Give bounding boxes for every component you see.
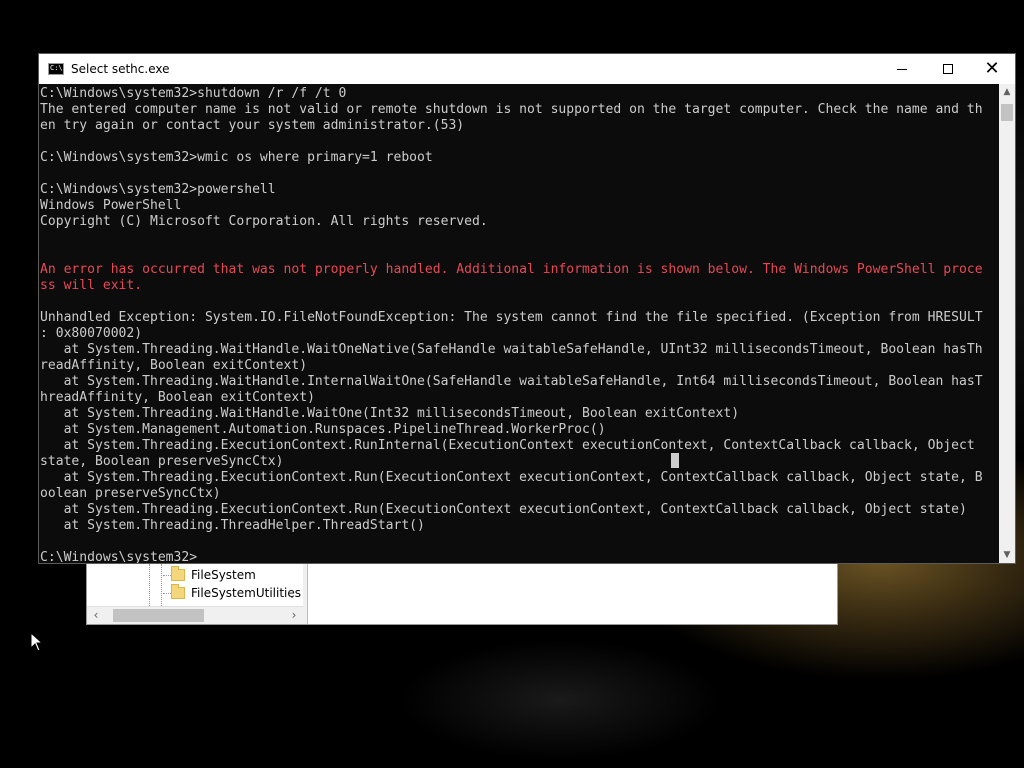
console-line: C:\Windows\system32>shutdown /r /f /t 0 [40, 86, 347, 101]
window-title: Select sethc.exe [71, 62, 170, 76]
scroll-left-icon[interactable]: ‹ [89, 607, 103, 624]
background-explorer-window[interactable]: FileSystem FileSystemUtilities ⌄ ‹ › [86, 563, 838, 625]
scrollbar-thumb[interactable] [1001, 104, 1013, 121]
console-line: C:\Windows\system32>wmic os where primar… [40, 150, 433, 165]
console-line: at System.Threading.ExecutionContext.Run… [40, 502, 967, 517]
scrollbar-thumb[interactable] [113, 609, 204, 622]
scroll-down-icon[interactable]: ⌄ [286, 590, 298, 602]
console-line: : 0x80070002) [40, 326, 143, 341]
console-line: at System.Threading.ExecutionContext.Run… [40, 470, 983, 485]
scroll-up-icon[interactable]: ▲ [999, 84, 1015, 100]
title-bar[interactable]: C:\ Select sethc.exe ✕ [39, 54, 1015, 84]
tree-item-label: FileSystem [191, 568, 256, 582]
tree-item-label: FileSystemUtilities [191, 586, 301, 600]
cmd-icon: C:\ [48, 63, 64, 75]
console-window[interactable]: C:\ Select sethc.exe ✕ C:\Windows\system… [38, 53, 1016, 564]
close-icon: ✕ [984, 58, 1000, 79]
tree-guide-line [149, 564, 150, 606]
console-line: The entered computer name is not valid o… [40, 102, 983, 117]
pane-splitter[interactable] [303, 564, 308, 624]
console-line: at System.Threading.ExecutionContext.Run… [40, 438, 975, 453]
scroll-down-icon[interactable]: ▼ [999, 547, 1015, 563]
console-line: C:\Windows\system32>powershell [40, 182, 276, 197]
console-error-line: ss will exit. [40, 278, 143, 293]
tree-guide-line [163, 593, 171, 594]
console-error-line: An error has occurred that was not prope… [40, 262, 983, 277]
minimize-button[interactable] [879, 54, 925, 84]
tree-item-filesystem[interactable]: FileSystem [171, 566, 256, 584]
tree-guide-line [161, 564, 162, 606]
console-line: at System.Threading.WaitHandle.WaitOne(I… [40, 406, 740, 421]
console-line: Copyright (C) Microsoft Corporation. All… [40, 214, 488, 229]
folder-icon [171, 566, 185, 581]
console-output[interactable]: C:\Windows\system32>shutdown /r /f /t 0T… [39, 84, 999, 563]
console-line: oolean preserveSyncCtx) [40, 486, 221, 501]
console-line: en try again or contact your system admi… [40, 118, 465, 133]
horizontal-scrollbar[interactable]: ‹ › [87, 606, 303, 624]
console-line: at System.Threading.ThreadHelper.ThreadS… [40, 518, 425, 533]
console-line: hreadAffinity, Boolean exitContext) [40, 390, 315, 405]
mouse-pointer-icon [30, 632, 44, 652]
folder-icon [171, 584, 185, 599]
tree-item-filesystemutilities[interactable]: FileSystemUtilities [171, 584, 301, 602]
console-line: at System.Management.Automation.Runspace… [40, 422, 606, 437]
vertical-scrollbar[interactable]: ▲ ▼ [999, 84, 1015, 563]
console-line: state, Boolean preserveSyncCtx) [40, 454, 284, 469]
text-cursor [671, 453, 679, 468]
console-line: Windows PowerShell [40, 198, 182, 213]
maximize-icon [943, 64, 953, 74]
minimize-icon [897, 68, 907, 70]
console-line: at System.Threading.WaitHandle.WaitOneNa… [40, 342, 983, 357]
console-line: at System.Threading.WaitHandle.InternalW… [40, 374, 983, 389]
tree-guide-line [163, 575, 171, 576]
close-button[interactable]: ✕ [969, 54, 1015, 84]
tree-pane[interactable]: FileSystem FileSystemUtilities ⌄ ‹ › [87, 564, 304, 624]
console-line: C:\Windows\system32> [40, 550, 198, 563]
console-line: readAffinity, Boolean exitContext) [40, 358, 308, 373]
maximize-button[interactable] [925, 54, 971, 84]
console-line: Unhandled Exception: System.IO.FileNotFo… [40, 310, 983, 325]
scroll-right-icon[interactable]: › [287, 607, 301, 624]
